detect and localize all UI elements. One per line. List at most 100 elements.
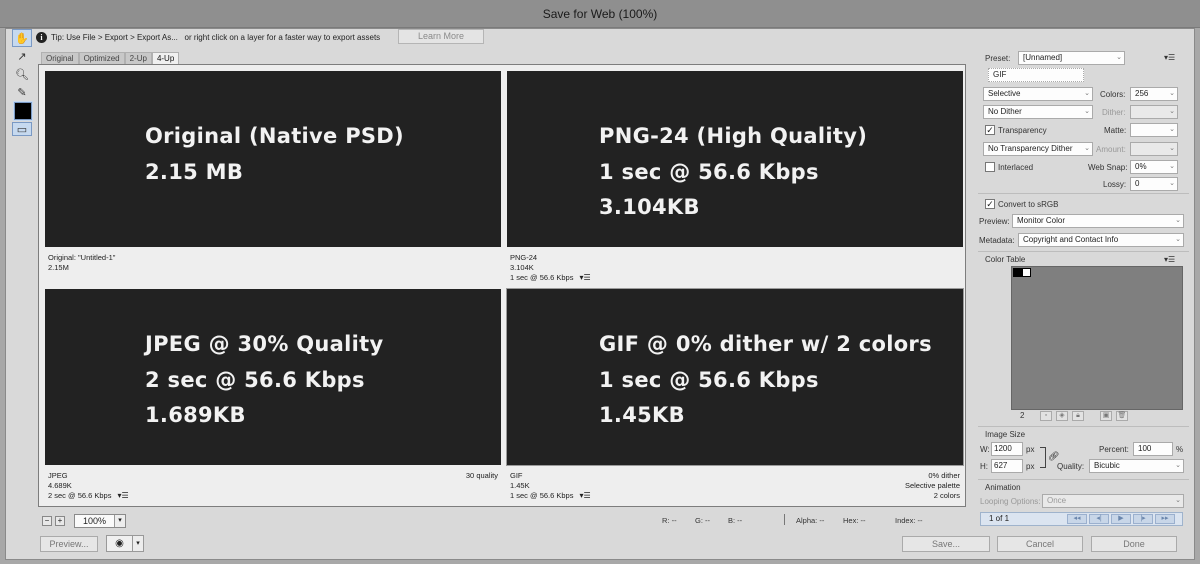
- trash-icon[interactable]: 🗑︎: [1116, 411, 1128, 421]
- save-button[interactable]: Save...: [902, 536, 990, 552]
- pane-original[interactable]: Original (Native PSD) 2.15 MB: [45, 71, 501, 247]
- link-icon[interactable]: 🔗︎: [1048, 451, 1059, 462]
- hand-tool-icon[interactable]: ✋: [12, 29, 32, 47]
- transparency-dither-select[interactable]: No Transparency Dither ⌄: [983, 142, 1093, 156]
- preview-mode-label: Preview:: [979, 217, 1010, 226]
- height-field[interactable]: 627: [991, 459, 1023, 473]
- pane-overlay-line: 2.15 MB: [145, 160, 244, 184]
- preview-mode-select[interactable]: Monitor Color ⌄: [1012, 214, 1184, 228]
- interlaced-checkbox[interactable]: [985, 162, 995, 172]
- pane-menu-icon[interactable]: ▾☰: [117, 491, 128, 500]
- caption-line: GIF: [510, 471, 523, 480]
- pane-caption: Original: "Untitled-1" 2.15M: [48, 253, 498, 273]
- percent-field[interactable]: 100: [1133, 442, 1173, 456]
- pane-jpeg[interactable]: JPEG @ 30% Quality 2 sec @ 56.6 Kbps 1.6…: [45, 289, 501, 465]
- looping-select[interactable]: Once ⌄: [1042, 494, 1184, 508]
- zoom-select[interactable]: 100% ▾: [74, 514, 126, 528]
- amount-field[interactable]: ⌄: [1130, 142, 1178, 156]
- tab-optimized[interactable]: Optimized: [78, 52, 125, 64]
- zoom-tool-icon[interactable]: 🔍︎: [12, 65, 32, 83]
- done-button[interactable]: Done: [1091, 536, 1177, 552]
- height-value: 627: [994, 461, 1008, 470]
- transparency-checkbox[interactable]: ✓: [985, 125, 995, 135]
- pane-png24[interactable]: PNG-24 (High Quality) 1 sec @ 56.6 Kbps …: [507, 71, 963, 247]
- caption-line: 2 colors: [933, 491, 960, 500]
- preset-label: Preset:: [985, 54, 1011, 63]
- browser-preview-select[interactable]: ◉ ▾: [106, 535, 144, 552]
- chevron-down-icon: ⌄: [1084, 108, 1090, 115]
- reduction-select[interactable]: Selective ⌄: [983, 87, 1093, 101]
- preset-value: [Unnamed]: [1023, 53, 1063, 62]
- websnap-select[interactable]: 0% ⌄: [1130, 160, 1178, 174]
- animation-controls: 1 of 1 ◂◂ ◂| ▶ |▸ ▸▸: [980, 512, 1183, 526]
- websnap-value: 0%: [1135, 162, 1147, 171]
- looping-label: Looping Options:: [980, 497, 1041, 506]
- last-frame-icon[interactable]: ▸▸: [1155, 514, 1175, 524]
- color-table[interactable]: [1011, 266, 1183, 410]
- first-frame-icon[interactable]: ◂◂: [1067, 514, 1087, 524]
- readout-index: Index: --: [895, 516, 923, 525]
- window-title: Save for Web (100%): [542, 7, 658, 21]
- width-field[interactable]: 1200: [991, 442, 1023, 456]
- caption-line: 2.15M: [48, 263, 69, 272]
- readout-b: B: --: [728, 516, 743, 525]
- eyedropper-color-swatch[interactable]: [13, 101, 33, 121]
- dither-amount-field[interactable]: ⌄: [1130, 105, 1178, 119]
- chevron-down-icon: ▾: [132, 536, 143, 551]
- color-swatch[interactable]: [1022, 268, 1031, 277]
- quality-select[interactable]: Bicubic ⌄: [1089, 459, 1184, 473]
- tab-4-up[interactable]: 4-Up: [151, 52, 180, 64]
- height-label: H:: [980, 462, 988, 471]
- chevron-down-icon: ⌄: [1084, 90, 1090, 97]
- dither-algorithm-value: No Dither: [988, 107, 1022, 116]
- map-color-icon[interactable]: ▫: [1040, 411, 1052, 421]
- matte-select[interactable]: ⌄: [1130, 123, 1178, 137]
- play-icon[interactable]: ▶: [1111, 514, 1131, 524]
- web-shift-icon[interactable]: ◈: [1056, 411, 1068, 421]
- tab-original[interactable]: Original: [41, 52, 79, 64]
- readout-r: R: --: [662, 516, 677, 525]
- caption-line: 1 sec @ 56.6 Kbps: [510, 491, 574, 500]
- dither-algorithm-select[interactable]: No Dither ⌄: [983, 105, 1093, 119]
- zoom-in-button[interactable]: +: [55, 516, 65, 526]
- color-table-tools: ▫ ◈ 🔒︎ ▣ 🗑︎: [1040, 411, 1128, 421]
- toolbox: ✋ ↗ 🔍︎ ✎ ▭: [12, 28, 34, 138]
- view-tabs: Original Optimized 2-Up 4-Up: [41, 52, 180, 64]
- reduction-value: Selective: [988, 89, 1021, 98]
- format-select[interactable]: GIF⌄: [988, 68, 1084, 82]
- slice-select-tool-icon[interactable]: ↗: [12, 47, 32, 65]
- panel-menu-icon[interactable]: ▾☰: [1164, 53, 1175, 62]
- caption-line: 2 sec @ 56.6 Kbps: [48, 491, 112, 500]
- pane-overlay-line: GIF @ 0% dither w/ 2 colors: [599, 332, 932, 356]
- pane-menu-icon[interactable]: ▾☰: [579, 273, 590, 282]
- readout-hex: Hex: --: [843, 516, 866, 525]
- preview-button[interactable]: Preview...: [40, 536, 98, 552]
- pane-overlay-line: 1 sec @ 56.6 Kbps: [599, 368, 819, 392]
- preset-select[interactable]: [Unnamed] ⌄: [1018, 51, 1125, 65]
- previous-frame-icon[interactable]: ◂|: [1089, 514, 1109, 524]
- new-color-icon[interactable]: ▣: [1100, 411, 1112, 421]
- toggle-slices-icon[interactable]: ▭: [12, 122, 32, 136]
- lock-color-icon[interactable]: 🔒︎: [1072, 411, 1084, 421]
- zoom-out-button[interactable]: −: [42, 516, 52, 526]
- metadata-select[interactable]: Copyright and Contact Info ⌄: [1018, 233, 1184, 247]
- chevron-down-icon: ⌄: [1169, 145, 1175, 152]
- caption-line: 3.104K: [510, 263, 534, 272]
- convert-srgb-checkbox[interactable]: ✓: [985, 199, 995, 209]
- caption-line: 30 quality: [465, 471, 498, 480]
- next-frame-icon[interactable]: |▸: [1133, 514, 1153, 524]
- color-table-menu-icon[interactable]: ▾☰: [1164, 255, 1175, 264]
- preview-canvas: Original (Native PSD) 2.15 MB Original: …: [38, 64, 966, 507]
- cancel-button[interactable]: Cancel: [997, 536, 1083, 552]
- lossy-select[interactable]: 0 ⌄: [1130, 177, 1178, 191]
- eyedropper-tool-icon[interactable]: ✎: [12, 83, 32, 101]
- animation-buttons: ◂◂ ◂| ▶ |▸ ▸▸: [1067, 514, 1175, 524]
- readout-g: G: --: [695, 516, 710, 525]
- color-swatch[interactable]: [1013, 268, 1022, 277]
- tab-2-up[interactable]: 2-Up: [124, 52, 152, 64]
- colors-select[interactable]: 256 ⌄: [1130, 87, 1178, 101]
- pane-gif[interactable]: GIF @ 0% dither w/ 2 colors 1 sec @ 56.6…: [506, 288, 964, 466]
- learn-more-button[interactable]: Learn More: [398, 29, 484, 44]
- pane-menu-icon[interactable]: ▾☰: [579, 491, 590, 500]
- divider: [978, 426, 1189, 427]
